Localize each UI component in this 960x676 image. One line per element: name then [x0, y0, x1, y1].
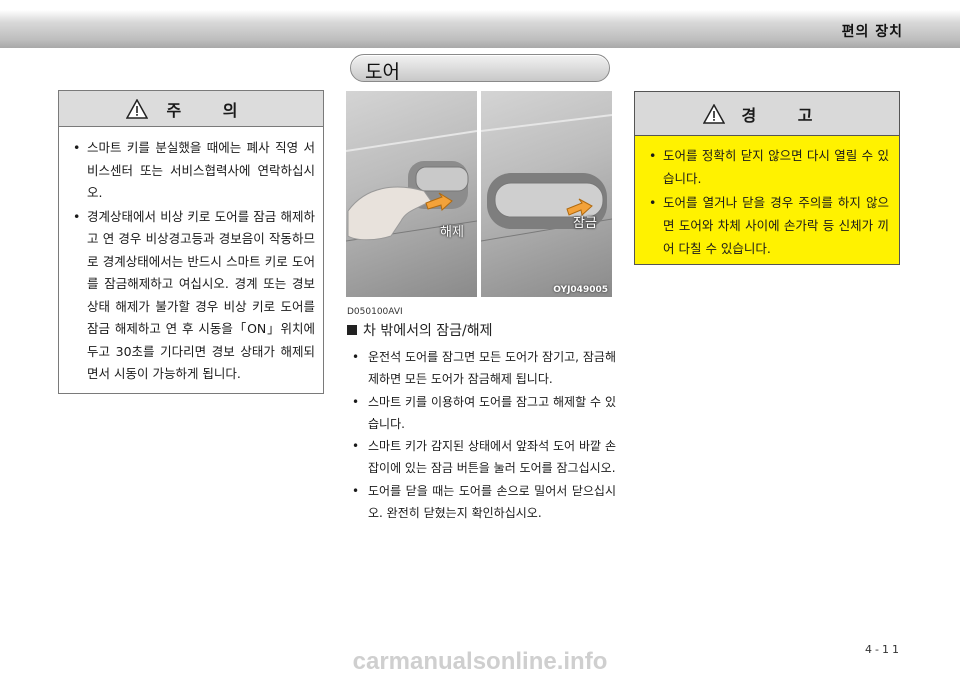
list-item: 스마트 키를 이용하여 도어를 잠그고 해제할 수 있습니다. — [350, 391, 616, 436]
unlock-photo: 해제 — [346, 91, 477, 297]
caution-title: 주 의 — [166, 100, 256, 120]
warning-title: 경 고 — [741, 105, 831, 125]
chapter-title: 편의 장치 — [841, 24, 903, 40]
warning-triangle-icon — [703, 103, 726, 124]
warning-header: 경 고 — [635, 92, 899, 136]
caution-box: 주 의 스마트 키를 분실했을 때에는 폐사 직영 서비스센터 또는 서비스협력… — [58, 90, 324, 394]
door-handle-illustration — [481, 114, 612, 242]
main-list: 운전석 도어를 잠그면 모든 도어가 잠기고, 잠금해제하면 모든 도어가 잠금… — [350, 346, 616, 524]
photo-code: OYJ049005 — [553, 285, 608, 295]
section-title: 도어 — [365, 61, 400, 83]
caution-header: 주 의 — [59, 91, 323, 127]
lock-photo: 잠금 OYJ049005 — [481, 91, 612, 297]
subheading-text: 차 밖에서의 잠금/해제 — [363, 323, 493, 339]
warning-item: 도어를 정확히 닫지 않으면 다시 열릴 수 있습니다. — [647, 144, 889, 190]
list-item: 도어를 닫을 때는 도어를 손으로 밀어서 닫으십시오. 완전히 닫혔는지 확인… — [350, 480, 616, 525]
caution-item: 경계상태에서 비상 키로 도어를 잠금 해제하고 연 경우 비상경고등과 경보음… — [71, 206, 315, 386]
subheading: 차 밖에서의 잠금/해제 — [347, 320, 493, 340]
warning-box: 경 고 도어를 정확히 닫지 않으면 다시 열릴 수 있습니다. 도어를 열거나… — [634, 91, 900, 265]
square-bullet-icon — [347, 325, 357, 335]
door-handle-illustration — [346, 130, 477, 242]
warning-triangle-icon — [126, 98, 149, 119]
caution-list: 스마트 키를 분실했을 때에는 폐사 직영 서비스센터 또는 서비스협력사에 연… — [59, 127, 323, 386]
header-bar: 편의 장치 — [0, 0, 960, 48]
reference-code: D050100AVI — [347, 307, 403, 317]
unlock-label: 해제 — [440, 225, 464, 240]
watermark: carmanualsonline.info — [352, 648, 608, 675]
caution-item: 스마트 키를 분실했을 때에는 폐사 직영 서비스센터 또는 서비스협력사에 연… — [71, 137, 315, 205]
section-title-pill: 도어 — [350, 54, 610, 83]
list-item: 스마트 키가 감지된 상태에서 앞좌석 도어 바깥 손잡이에 있는 잠금 버튼을… — [350, 435, 616, 480]
warning-item: 도어를 열거나 닫을 경우 주의를 하지 않으면 도어와 차체 사이에 손가락 … — [647, 191, 889, 260]
warning-list: 도어를 정확히 닫지 않으면 다시 열릴 수 있습니다. 도어를 열거나 닫을 … — [635, 136, 899, 260]
lock-label: 잠금 — [573, 216, 597, 231]
list-item: 운전석 도어를 잠그면 모든 도어가 잠기고, 잠금해제하면 모든 도어가 잠금… — [350, 346, 616, 391]
door-handle-photos: 해제 잠금 OYJ049005 — [346, 91, 612, 297]
